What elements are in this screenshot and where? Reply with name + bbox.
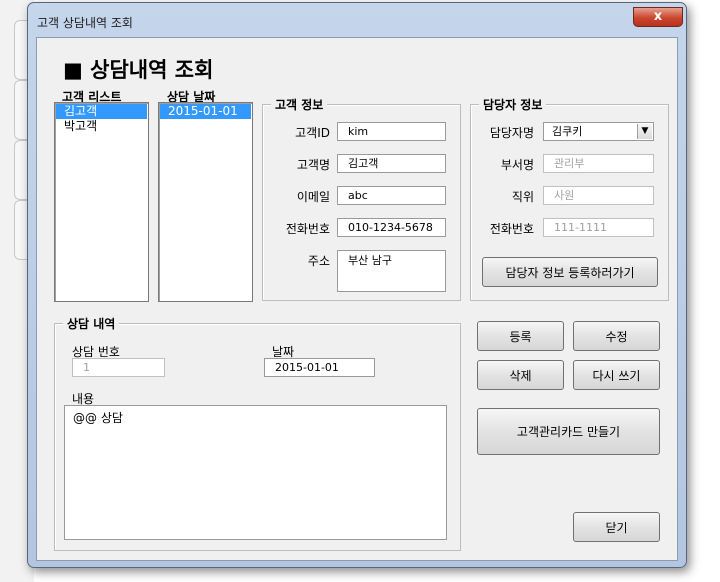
register-button[interactable]: 등록 [477, 321, 564, 351]
customer-name-field[interactable]: 김고객 [337, 154, 446, 173]
consultation-dialog: 고객 상담내역 조회 x ■ 상담내역 조회 고객 리스트 김고객 박고객 상담… [27, 2, 687, 568]
consult-frame: 상담 내역 상담 번호 1 날짜 2015-01-01 내용 @@ 상담 [54, 315, 461, 551]
customer-email-field[interactable]: abc [337, 186, 446, 205]
make-customer-card-button[interactable]: 고객관리카드 만들기 [477, 408, 660, 455]
staff-name-label: 담당자명 [489, 126, 534, 140]
close-window-button[interactable]: x [633, 7, 683, 27]
customer-id-field[interactable]: kim [337, 122, 446, 141]
register-staff-button[interactable]: 담당자 정보 등록하러가기 [482, 257, 658, 287]
staff-name-value: 김쿠키 [552, 125, 583, 138]
staff-name-combo[interactable]: 김쿠키 ▼ [543, 122, 654, 141]
modify-button[interactable]: 수정 [573, 321, 660, 351]
staff-dept-label: 부서명 [500, 158, 534, 172]
consult-number-field: 1 [72, 358, 165, 377]
list-item[interactable]: 2015-01-01 [160, 104, 251, 119]
client-listbox[interactable]: 김고객 박고객 [54, 102, 149, 302]
staff-info-frame: 담당자 정보 담당자명 김쿠키 ▼ 부서명 관리부 직위 사원 전화번호 111… [470, 96, 669, 301]
rewrite-button[interactable]: 다시 쓰기 [573, 360, 660, 390]
date-listbox[interactable]: 2015-01-01 [158, 102, 253, 302]
customer-address-label: 주소 [307, 254, 330, 268]
list-item[interactable]: 박고객 [56, 119, 147, 134]
consult-title: 상담 내역 [63, 315, 120, 332]
dialog-client-area: ■ 상담내역 조회 고객 리스트 김고객 박고객 상담 날짜 2015-01-0… [36, 37, 678, 561]
customer-info-title: 고객 정보 [271, 96, 328, 113]
consult-date-field[interactable]: 2015-01-01 [264, 358, 375, 377]
customer-address-field[interactable]: 부산 남구 [337, 250, 446, 292]
staff-position-field: 사원 [543, 186, 654, 205]
window-title: 고객 상담내역 조회 [37, 16, 133, 30]
staff-info-title: 담당자 정보 [479, 96, 547, 113]
customer-name-label: 고객명 [296, 158, 330, 172]
staff-phone-label: 전화번호 [489, 222, 534, 236]
staff-position-label: 직위 [511, 190, 534, 204]
close-icon: x [653, 9, 663, 24]
consult-content-textarea[interactable]: @@ 상담 [64, 405, 447, 540]
customer-email-label: 이메일 [296, 190, 330, 204]
customer-phone-field[interactable]: 010-1234-5678 [337, 218, 446, 237]
customer-info-frame: 고객 정보 고객ID kim 고객명 김고객 이메일 abc 전화번호 010-… [262, 96, 461, 301]
list-item[interactable]: 김고객 [56, 104, 147, 119]
delete-button[interactable]: 삭제 [477, 360, 564, 390]
page-title: ■ 상담내역 조회 [63, 58, 214, 82]
close-button[interactable]: 닫기 [573, 512, 660, 542]
staff-phone-field: 111-1111 [543, 218, 654, 237]
customer-phone-label: 전화번호 [285, 222, 330, 236]
customer-id-label: 고객ID [295, 126, 330, 140]
chevron-down-icon[interactable]: ▼ [637, 124, 652, 139]
staff-dept-field: 관리부 [543, 154, 654, 173]
